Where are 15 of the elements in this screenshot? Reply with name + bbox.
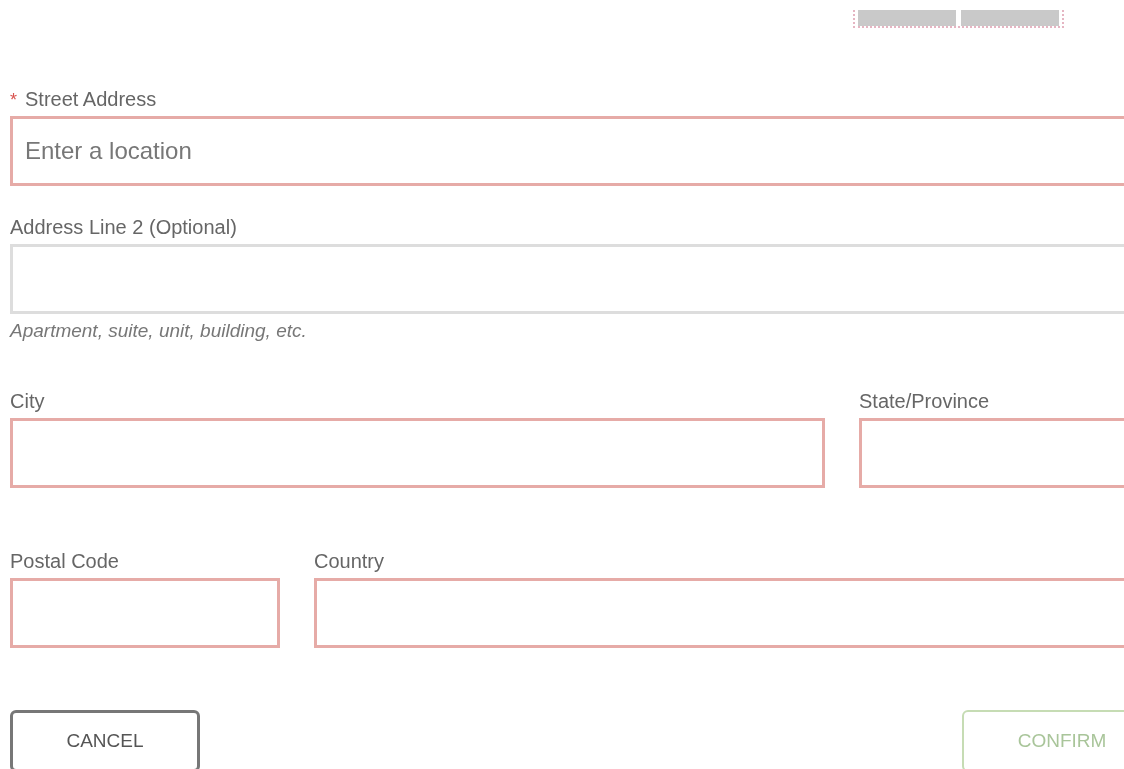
field-label: Address Line 2 (Optional)	[10, 216, 237, 239]
field-label: Country	[314, 550, 385, 573]
field-label: Street Address	[25, 88, 157, 111]
field-label: Postal Code	[10, 550, 119, 573]
input-field[interactable]	[10, 418, 825, 488]
input-field[interactable]	[10, 578, 280, 648]
cancel-button[interactable]: CANCEL	[10, 710, 200, 769]
input-field[interactable]	[10, 244, 1124, 314]
field-hint: Apartment, suite, unit, building, etc.	[10, 320, 308, 343]
input-field[interactable]	[859, 418, 1124, 488]
field-label: State/Province	[859, 390, 990, 413]
field-label: City	[10, 390, 45, 413]
input-field[interactable]	[314, 578, 1124, 648]
input-field[interactable]: Enter a location	[10, 116, 1124, 186]
required-mark: *	[10, 90, 17, 111]
